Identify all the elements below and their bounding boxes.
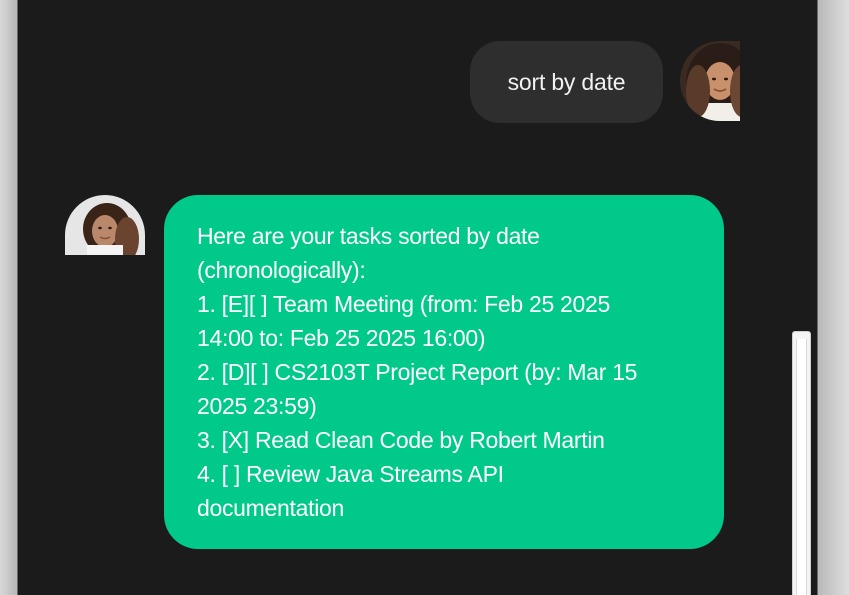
user-avatar-icon [680, 41, 740, 121]
bot-message-line: (chronologically): [197, 257, 366, 283]
user-avatar [680, 41, 740, 121]
user-message-bubble: sort by date [470, 41, 663, 123]
bot-message-line: 1. [E][ ] Team Meeting (from: Feb 25 202… [197, 291, 610, 317]
bot-avatar-icon [65, 195, 145, 255]
bot-message-line: documentation [197, 495, 344, 521]
bot-message-line: 3. [X] Read Clean Code by Robert Martin [197, 427, 605, 453]
bot-message-line: 2. [D][ ] CS2103T Project Report (by: Ma… [197, 359, 638, 385]
chat-window: sort by date Here are your tasks sorted … [17, 0, 818, 595]
bot-message-line: 2025 23:59) [197, 393, 317, 419]
desktop-background-right [818, 0, 849, 595]
bot-avatar [65, 195, 145, 255]
bot-message-line: 14:00 to: Feb 25 2025 16:00) [197, 325, 486, 351]
user-message-row: sort by date [18, 41, 793, 123]
chat-scroll-area[interactable]: sort by date Here are your tasks sorted … [18, 0, 793, 595]
bot-message-bubble: Here are your tasks sorted by date (chro… [164, 195, 724, 549]
bot-message-line: Here are your tasks sorted by date [197, 223, 540, 249]
bot-message-line: 4. [ ] Review Java Streams API [197, 461, 504, 487]
scrollbar-thumb-grip [796, 339, 807, 595]
desktop-background-left [0, 0, 17, 595]
vertical-scrollbar-thumb[interactable] [792, 331, 811, 595]
